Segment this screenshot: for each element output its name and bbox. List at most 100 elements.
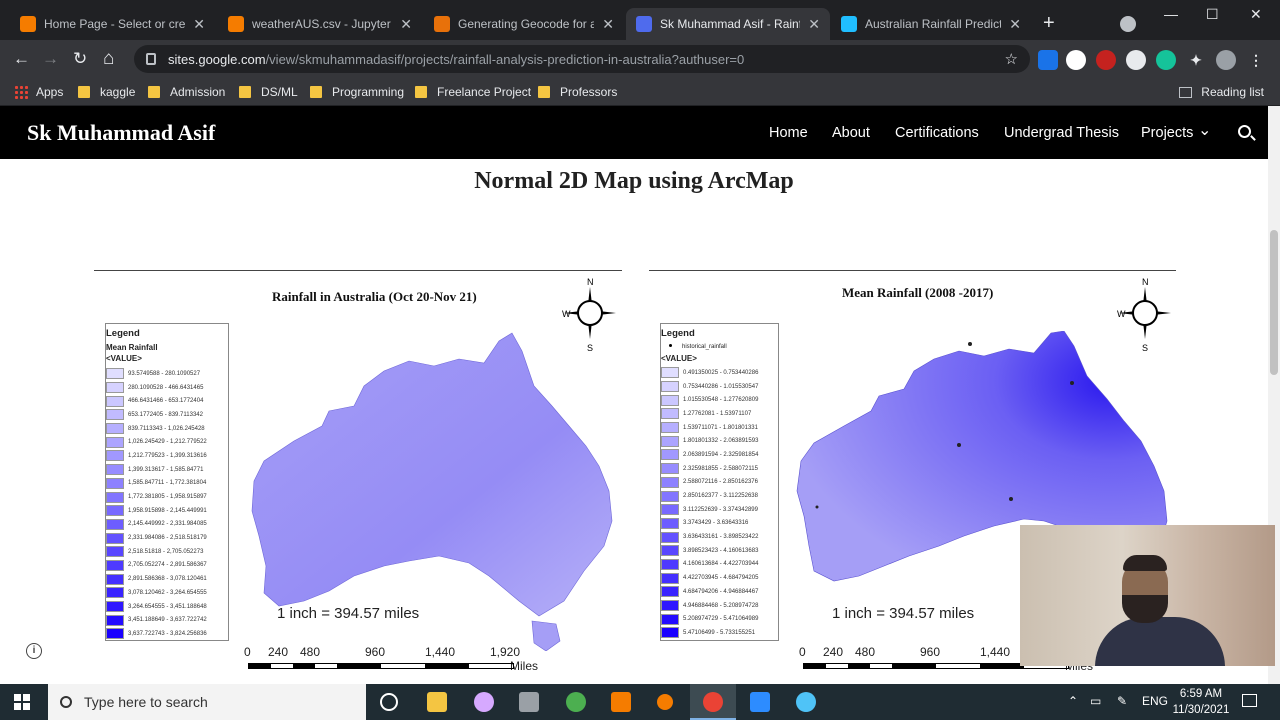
nav-certifications[interactable]: Certifications: [895, 125, 979, 141]
chrome-icon[interactable]: [703, 692, 723, 712]
legend-class-row: 466.6431466 - 653.1772404: [106, 394, 228, 408]
nav-undergrad-thesis[interactable]: Undergrad Thesis: [1004, 125, 1119, 141]
legend-class-label: 4.684794206 - 4.946884467: [683, 588, 759, 595]
tab-favicon-icon: [228, 16, 244, 32]
tab-favicon-icon: [434, 16, 450, 32]
legend-class-label: 2,891.586368 - 3,078.120461: [128, 576, 207, 583]
legend-swatch: [106, 423, 124, 435]
legend-class-row: 3.3743429 - 3.63643316: [661, 517, 778, 531]
camera-icon[interactable]: [519, 692, 539, 712]
legend-swatch: [661, 394, 679, 406]
close-tab-icon[interactable]: ✕: [1009, 16, 1021, 33]
svg-text:S: S: [587, 343, 593, 351]
address-bar[interactable]: sites.google.com/view/skmuhammadasif/pro…: [134, 45, 1030, 73]
scale-tick-label: 1,440: [980, 645, 1011, 659]
bookmark-label: Apps: [36, 85, 64, 99]
bookmark-folder[interactable]: DS/ML: [239, 82, 298, 102]
legend-class-label: 1.539711071 - 1.801801331: [683, 424, 758, 431]
profile-avatar[interactable]: [1216, 50, 1236, 70]
site-search-icon[interactable]: [1238, 125, 1251, 138]
scrollbar-thumb[interactable]: [1270, 230, 1278, 375]
browser-tab[interactable]: Generating Geocode for aust ✕: [424, 8, 624, 40]
close-tab-icon[interactable]: ✕: [602, 16, 614, 33]
browser-tab[interactable]: Australian Rainfall Prediction ✕: [831, 8, 1031, 40]
info-icon[interactable]: i: [26, 643, 42, 659]
browser-tab[interactable]: weatherAUS.csv - Jupyter Tex ✕: [218, 8, 422, 40]
tab-favicon-icon: [20, 16, 36, 32]
extension-ublock-icon[interactable]: [1096, 50, 1116, 70]
bookmark-folder[interactable]: Professors: [538, 82, 617, 102]
browser-tab[interactable]: Home Page - Select or create ✕: [10, 8, 215, 40]
legend-swatch: [106, 368, 124, 380]
legend-class-label: 5.208974729 - 5.471064989: [683, 616, 759, 623]
tray-network-icon[interactable]: ▭: [1090, 694, 1101, 708]
extensions-puzzle-icon[interactable]: ✦: [1186, 50, 1206, 70]
bookmark-folder[interactable]: kaggle: [78, 82, 135, 102]
legend-left: Legend Mean Rainfall <VALUE> 93.5749588 …: [105, 323, 229, 641]
app-icon[interactable]: [796, 692, 816, 712]
chrome-icon[interactable]: [566, 692, 586, 712]
jupyter-icon[interactable]: [657, 694, 673, 710]
legend-class-row: 2,331.984086 - 2,518.518179: [106, 531, 228, 545]
svg-text:S: S: [1142, 343, 1148, 351]
bookmark-apps[interactable]: Apps: [14, 82, 63, 102]
bookmark-folder[interactable]: Admission: [148, 82, 225, 102]
file-explorer-icon[interactable]: [427, 692, 447, 712]
extension-grammar-icon[interactable]: [1066, 50, 1086, 70]
legend-class-label: 2,518.51818 - 2,705.052273: [128, 548, 204, 555]
new-tab-button[interactable]: +: [1043, 13, 1055, 33]
map-title-right: Mean Rainfall (2008 -2017): [842, 285, 994, 300]
zoom-icon[interactable]: [750, 692, 770, 712]
language-indicator[interactable]: ENG: [1142, 694, 1168, 708]
nav-home[interactable]: Home: [769, 125, 808, 141]
app-icon[interactable]: [474, 692, 494, 712]
legend-swatch: [106, 491, 124, 503]
point-symbol-icon: [669, 344, 672, 347]
taskbar-search-box[interactable]: Type here to search: [48, 684, 366, 720]
legend-class-row: 280.1090528 - 466.6431465: [106, 381, 228, 395]
legend-class-row: 3.112252639 - 3.374342899: [661, 503, 778, 517]
extension-circle-icon[interactable]: [1126, 50, 1146, 70]
legend-class-label: 653.1772405 - 839.7113342: [128, 411, 203, 418]
forward-button[interactable]: →: [42, 49, 59, 69]
tab-strip: Home Page - Select or create✕weatherAUS.…: [0, 0, 1280, 40]
reading-list-button[interactable]: Reading list: [1179, 82, 1264, 102]
close-tab-icon[interactable]: ✕: [400, 16, 412, 33]
legend-swatch: [106, 628, 124, 640]
extension-grammarly-icon[interactable]: [1156, 50, 1176, 70]
back-button[interactable]: ←: [13, 49, 30, 69]
bookmark-folder[interactable]: Programming: [310, 82, 404, 102]
tray-chevron-icon[interactable]: ⌃: [1068, 694, 1078, 708]
home-button[interactable]: ⌂: [103, 49, 114, 69]
cortana-icon[interactable]: [380, 693, 398, 711]
browser-menu-icon[interactable]: ⋮: [1246, 50, 1266, 70]
tab-search-icon[interactable]: [1120, 16, 1136, 32]
powerpoint-icon[interactable]: [611, 692, 631, 712]
legend-class-row: 1,212.779523 - 1,399.313616: [106, 449, 228, 463]
nav-about[interactable]: About: [832, 125, 870, 141]
compass-right: N S W: [1117, 277, 1173, 353]
close-tab-icon[interactable]: ✕: [193, 16, 205, 33]
extension-shield-icon[interactable]: [1038, 50, 1058, 70]
taskbar-search-placeholder: Type here to search: [84, 694, 208, 710]
bookmark-folder[interactable]: Freelance Project: [415, 82, 531, 102]
scale-tick-label: 240: [268, 645, 289, 659]
close-window-button[interactable]: ✕: [1250, 6, 1262, 23]
close-tab-icon[interactable]: ✕: [808, 16, 820, 33]
maximize-button[interactable]: ☐: [1206, 6, 1219, 23]
minimize-button[interactable]: —: [1164, 6, 1178, 22]
reload-button[interactable]: ↻: [73, 49, 87, 69]
tab-title: Sk Muhammad Asif - Rainfall: [660, 17, 801, 31]
browser-tab[interactable]: Sk Muhammad Asif - Rainfall ✕: [626, 8, 830, 40]
legend-title: Legend: [661, 328, 695, 339]
bookmark-star-icon[interactable]: ☆: [1005, 50, 1018, 68]
notification-icon[interactable]: [1242, 694, 1257, 707]
windows-start-icon[interactable]: [14, 694, 30, 710]
site-title[interactable]: Sk Muhammad Asif: [27, 120, 215, 146]
system-clock[interactable]: 6:59 AM 11/30/2021: [1170, 686, 1232, 718]
nav-projects[interactable]: Projects: [1141, 125, 1193, 141]
legend-class-label: 2,705.052274 - 2,891.586367: [128, 562, 207, 569]
legend-class-row: 0.491350025 - 0.753440286: [661, 366, 778, 380]
tray-pen-icon[interactable]: ✎: [1117, 694, 1127, 708]
chevron-down-icon[interactable]: ⌄: [1198, 120, 1211, 140]
